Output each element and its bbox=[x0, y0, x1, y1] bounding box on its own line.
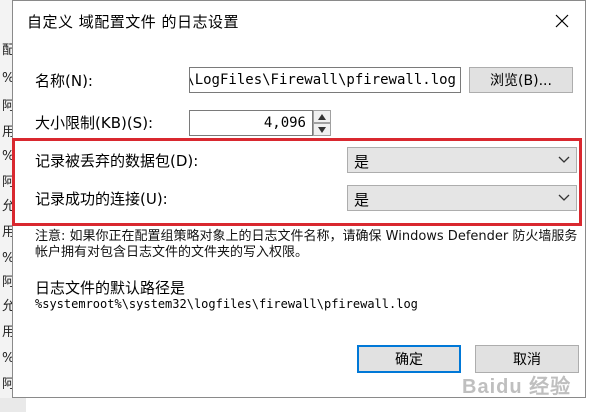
dialog-title: 自定义 域配置文件 的日志设置 bbox=[27, 13, 240, 31]
chevron-down-icon bbox=[558, 194, 570, 201]
baidu-watermark: Baidu 经验 bbox=[462, 376, 572, 398]
name-label: 名称(N): bbox=[35, 72, 93, 90]
log-dropped-label: 记录被丢弃的数据包(D): bbox=[35, 152, 199, 170]
name-input[interactable]: %systemroot%\system32\LogFiles\Firewall\… bbox=[189, 67, 461, 93]
triangle-down-icon bbox=[318, 126, 326, 133]
title-bar[interactable]: 自定义 域配置文件 的日志设置 bbox=[13, 1, 585, 41]
log-settings-dialog: 自定义 域配置文件 的日志设置 名称(N): %systemroot%\syst… bbox=[12, 0, 586, 398]
close-button[interactable] bbox=[539, 1, 585, 41]
size-limit-label: 大小限制(KB)(S): bbox=[35, 114, 154, 132]
close-icon bbox=[555, 14, 569, 28]
spin-down-button[interactable] bbox=[313, 123, 331, 136]
name-input-value: %systemroot%\system32\LogFiles\Firewall\… bbox=[190, 72, 456, 88]
default-path-value: %systemroot%\system32\logfiles\firewall\… bbox=[35, 297, 418, 311]
size-limit-spinner: 4,096 bbox=[189, 110, 331, 136]
ok-button[interactable]: 确定 bbox=[357, 345, 461, 373]
log-success-select[interactable]: 是 bbox=[347, 185, 577, 211]
log-dropped-select[interactable]: 是 bbox=[347, 147, 577, 173]
permission-note: 注意: 如果你正在配置组策略对象上的日志文件名称，请确保 Windows Def… bbox=[35, 229, 578, 260]
default-path-label: 日志文件的默认路径是 bbox=[35, 279, 186, 297]
spin-up-button[interactable] bbox=[313, 110, 331, 123]
log-success-value: 是 bbox=[354, 191, 370, 209]
triangle-up-icon bbox=[318, 113, 326, 120]
size-limit-input[interactable]: 4,096 bbox=[189, 110, 313, 136]
log-dropped-value: 是 bbox=[354, 153, 370, 171]
cancel-button[interactable]: 取消 bbox=[475, 345, 579, 373]
log-success-label: 记录成功的连接(U): bbox=[35, 190, 168, 208]
spinner-buttons bbox=[313, 110, 331, 136]
browse-button[interactable]: 浏览(B)... bbox=[469, 67, 573, 93]
background-window-scrollbar bbox=[0, 398, 26, 412]
chevron-down-icon bbox=[558, 156, 570, 163]
